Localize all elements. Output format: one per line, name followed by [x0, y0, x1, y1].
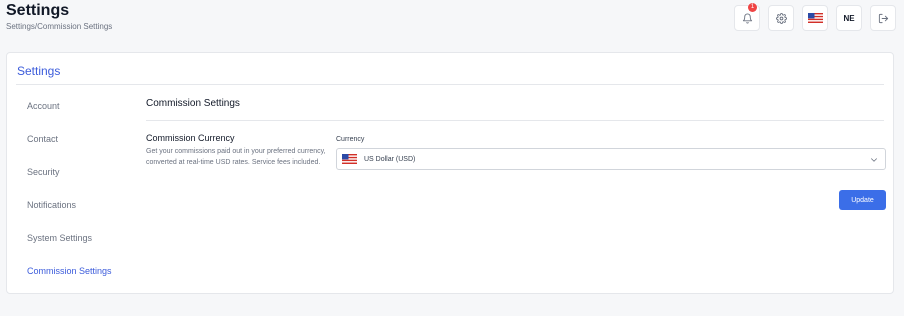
- logout-button[interactable]: [870, 5, 896, 31]
- field-description: Get your commissions paid out in your pr…: [146, 148, 326, 166]
- bell-icon: [742, 13, 753, 24]
- notifications-button[interactable]: 1: [734, 3, 760, 31]
- sidebar-item-contact[interactable]: Contact: [27, 133, 112, 166]
- currency-value: US Dollar (USD): [364, 155, 416, 163]
- settings-button[interactable]: [768, 5, 794, 31]
- sidebar-item-security[interactable]: Security: [27, 166, 112, 199]
- page-title: Settings: [6, 2, 70, 19]
- breadcrumb: Settings/Commission Settings: [6, 22, 113, 31]
- currency-select[interactable]: US Dollar (USD): [336, 148, 886, 170]
- section-divider: [146, 120, 884, 121]
- sidebar-item-account[interactable]: Account: [27, 100, 112, 133]
- chevron-down-icon: [869, 155, 879, 165]
- user-initials: NE: [843, 13, 855, 23]
- currency-label: Currency: [336, 136, 365, 143]
- gear-icon: [775, 12, 787, 24]
- user-avatar-button[interactable]: NE: [836, 5, 862, 31]
- section-title: Commission Settings: [146, 98, 240, 109]
- sidebar-item-commission-settings[interactable]: Commission Settings: [27, 265, 112, 298]
- card-title: Settings: [17, 64, 61, 78]
- settings-sidebar: Account Contact Security Notifications S…: [27, 100, 112, 298]
- us-flag-icon: [807, 13, 823, 23]
- us-flag-icon: [342, 154, 357, 164]
- field-title: Commission Currency: [146, 133, 235, 143]
- notification-badge: 1: [748, 3, 757, 12]
- sidebar-item-notifications[interactable]: Notifications: [27, 199, 112, 232]
- card-divider: [16, 84, 884, 85]
- language-button[interactable]: [802, 5, 828, 31]
- logout-icon: [878, 13, 889, 24]
- settings-card: Settings Account Contact Security Notifi…: [6, 52, 894, 294]
- top-toolbar: 1 NE: [734, 3, 896, 31]
- update-button[interactable]: Update: [839, 190, 886, 210]
- sidebar-item-system-settings[interactable]: System Settings: [27, 232, 112, 265]
